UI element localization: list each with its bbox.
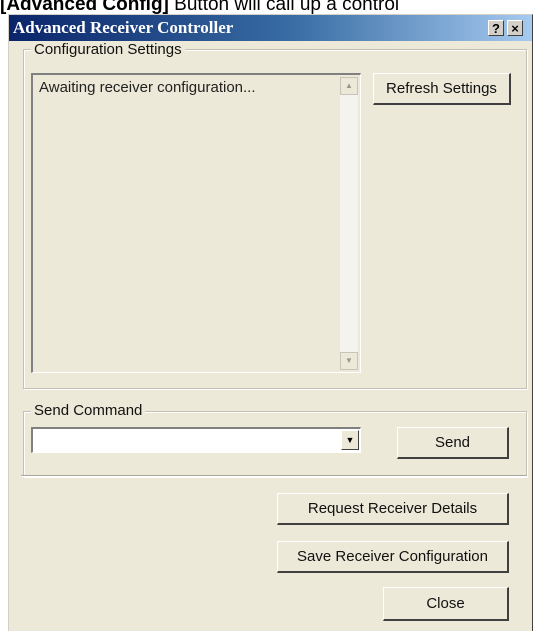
scroll-up-arrow-icon[interactable]: ▲: [340, 77, 358, 95]
command-combobox[interactable]: ▼: [31, 427, 361, 453]
configuration-scrollbar[interactable]: ▲ ▼: [340, 77, 358, 370]
refresh-settings-button[interactable]: Refresh Settings: [373, 73, 511, 105]
document-text-bold: [Advanced Config]: [0, 0, 169, 15]
save-receiver-configuration-button[interactable]: Save Receiver Configuration: [277, 541, 509, 573]
send-command-label: Send Command: [31, 402, 146, 419]
configuration-list-text: Awaiting receiver configuration...: [39, 79, 256, 96]
close-window-button[interactable]: ×: [507, 20, 523, 36]
request-receiver-details-button[interactable]: Request Receiver Details: [277, 493, 509, 525]
configuration-list[interactable]: Awaiting receiver configuration... ▲ ▼: [31, 73, 361, 373]
scroll-down-arrow-icon[interactable]: ▼: [340, 352, 358, 370]
window-title: Advanced Receiver Controller: [13, 18, 234, 37]
help-button[interactable]: ?: [488, 20, 504, 36]
close-button[interactable]: Close: [383, 587, 509, 621]
dialog-window: Advanced Receiver Controller ? × Configu…: [8, 14, 533, 631]
dropdown-arrow-icon[interactable]: ▼: [341, 430, 359, 450]
title-bar[interactable]: Advanced Receiver Controller ? ×: [9, 15, 532, 41]
send-button[interactable]: Send: [397, 427, 509, 459]
document-text-rest: Button will call up a control: [168, 0, 400, 15]
configuration-settings-label: Configuration Settings: [31, 41, 185, 58]
separator-line: [21, 475, 527, 477]
